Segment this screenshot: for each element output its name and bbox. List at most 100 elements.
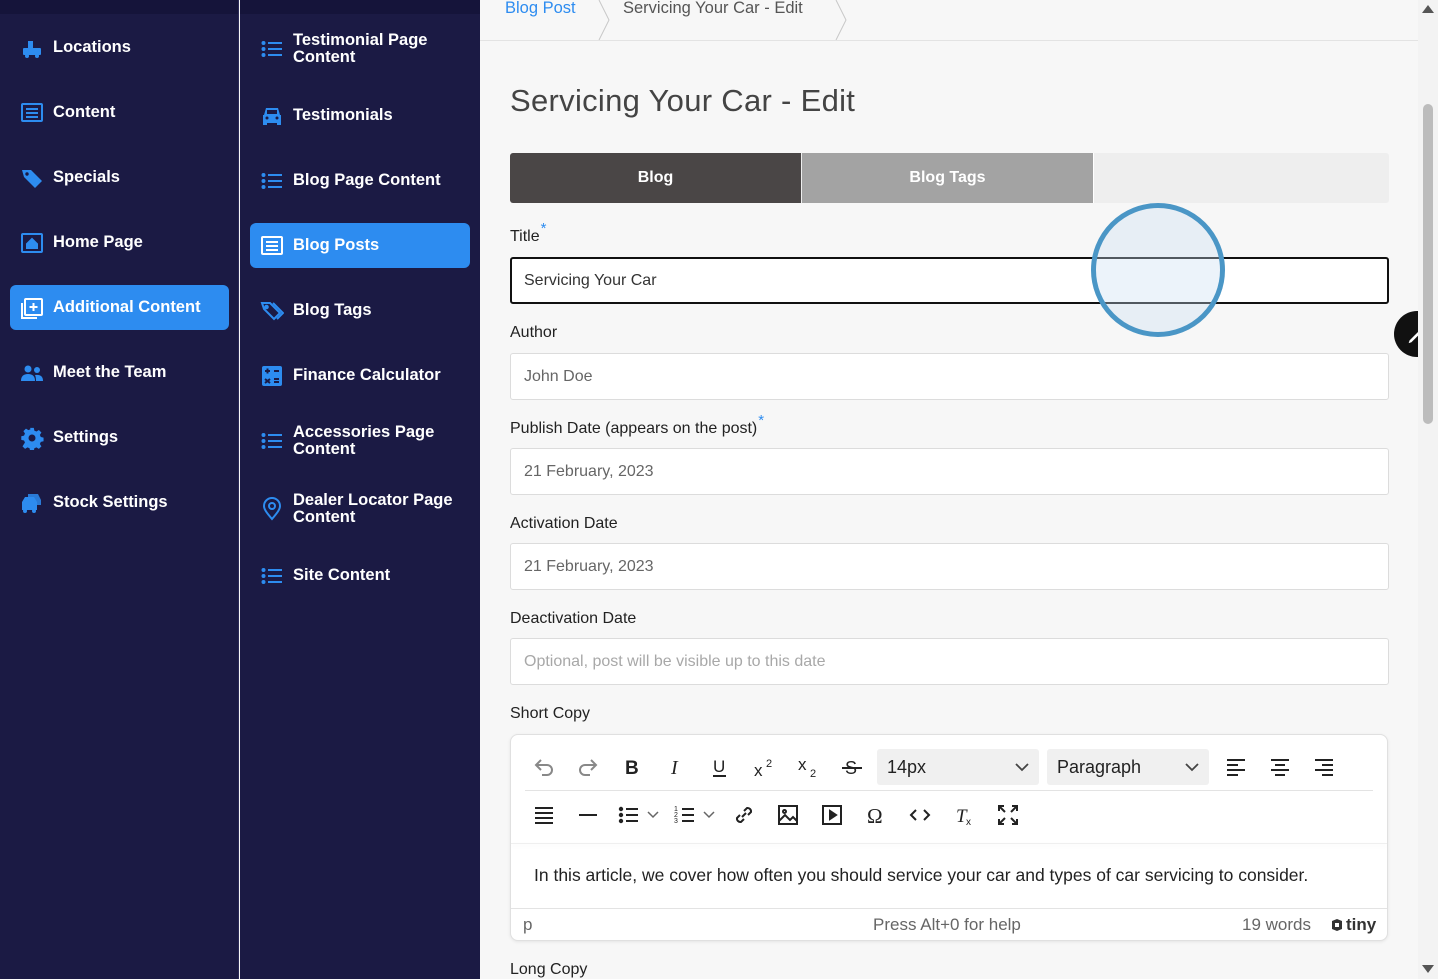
sidebar-item-locations[interactable]: Locations xyxy=(10,25,229,70)
align-right-button[interactable] xyxy=(1305,749,1343,785)
secondary-sidebar: Testimonial Page Content Testimonials Bl… xyxy=(240,0,480,979)
link-button[interactable] xyxy=(725,797,763,833)
align-justify-icon xyxy=(535,807,553,824)
sidebar-top-bar xyxy=(0,0,238,14)
svg-text:x: x xyxy=(754,761,763,779)
scroll-down-arrow-icon[interactable] xyxy=(1422,965,1434,973)
breadcrumb: Blog Post Servicing Your Car - Edit xyxy=(480,0,1418,41)
tiny-logo-icon xyxy=(1332,919,1342,931)
redo-button[interactable] xyxy=(569,749,607,785)
media-button[interactable] xyxy=(813,797,851,833)
italic-button[interactable]: I xyxy=(657,749,695,785)
sidebar-item-stock-settings[interactable]: Stock Settings xyxy=(10,480,229,525)
block-format-select[interactable]: Paragraph xyxy=(1047,749,1209,785)
element-path[interactable]: p xyxy=(523,915,532,935)
deactivation-date-input[interactable]: Optional, post will be visible up to thi… xyxy=(510,638,1389,685)
source-code-button[interactable] xyxy=(901,797,939,833)
scroll-up-arrow-icon[interactable] xyxy=(1422,5,1434,13)
chevron-down-icon xyxy=(1185,763,1199,772)
breadcrumb-separator-icon xyxy=(835,0,847,40)
author-input-value: John Doe xyxy=(524,367,593,385)
subnav-item-blog-posts[interactable]: Blog Posts xyxy=(250,223,470,268)
sidebar-top-bar xyxy=(240,0,480,14)
tab-bar: Blog Blog Tags xyxy=(510,153,1389,203)
editor-toolbar-row-2: 123 Ω Tx xyxy=(525,795,1033,835)
publish-date-input[interactable]: 21 February, 2023 xyxy=(510,448,1389,495)
font-size-value: 14px xyxy=(887,756,927,777)
title-input[interactable]: Servicing Your Car xyxy=(510,257,1389,304)
list-icon xyxy=(260,429,284,453)
deactivation-date-placeholder: Optional, post will be visible up to thi… xyxy=(524,652,826,670)
toolbar-divider xyxy=(525,790,1373,791)
special-character-button[interactable]: Ω xyxy=(857,797,895,833)
tags-icon xyxy=(260,299,284,323)
undo-button[interactable] xyxy=(525,749,563,785)
calculator-icon xyxy=(260,364,284,388)
sidebar-item-specials[interactable]: Specials xyxy=(10,155,229,200)
strikethrough-button[interactable]: S xyxy=(833,749,871,785)
tiny-logo[interactable]: tiny xyxy=(1330,915,1376,935)
subnav-item-blog-page-content[interactable]: Blog Page Content xyxy=(250,158,470,203)
image-button[interactable] xyxy=(769,797,807,833)
align-left-icon xyxy=(1227,759,1245,776)
sidebar-item-content[interactable]: Content xyxy=(10,90,229,135)
title-input-value: Servicing Your Car xyxy=(524,271,657,289)
bullet-list-icon xyxy=(618,806,638,824)
subnav-item-testimonial-page-content[interactable]: Testimonial Page Content xyxy=(250,26,470,71)
editor-content-area[interactable]: In this article, we cover how often you … xyxy=(534,865,1308,886)
main-content: Blog Post Servicing Your Car - Edit Serv… xyxy=(480,0,1418,979)
clear-formatting-button[interactable]: Tx xyxy=(945,797,983,833)
people-icon xyxy=(20,361,44,385)
page-scrollbar[interactable] xyxy=(1418,0,1438,979)
breadcrumb-link-blog-post[interactable]: Blog Post xyxy=(505,0,576,18)
numbered-list-icon: 123 xyxy=(674,806,694,825)
cars-icon xyxy=(20,491,44,515)
video-icon xyxy=(822,805,842,825)
superscript-button[interactable]: x2 xyxy=(745,749,783,785)
author-input[interactable]: John Doe xyxy=(510,353,1389,400)
author-label: Author xyxy=(510,324,558,341)
list-icon xyxy=(260,37,284,61)
numbered-list-button[interactable]: 123 xyxy=(669,797,719,833)
subnav-item-finance-calculator[interactable]: Finance Calculator xyxy=(250,353,470,398)
required-marker: * xyxy=(758,412,765,429)
subnav-item-accessories-page-content[interactable]: Accessories Page Content xyxy=(250,418,470,463)
list-box-icon xyxy=(20,101,44,125)
scroll-thumb[interactable] xyxy=(1423,104,1433,424)
svg-text:3: 3 xyxy=(674,818,678,825)
chevron-down-icon xyxy=(703,811,715,819)
tab-blog[interactable]: Blog xyxy=(510,153,801,203)
title-label-text: Title xyxy=(510,228,540,245)
justify-button[interactable] xyxy=(525,797,563,833)
subnav-item-label: Dealer Locator Page Content xyxy=(293,490,453,526)
subnav-item-site-content[interactable]: Site Content xyxy=(250,553,470,598)
subnav-item-dealer-locator-page-content[interactable]: Dealer Locator Page Content xyxy=(250,486,470,531)
subnav-item-testimonials[interactable]: Testimonials xyxy=(250,93,470,138)
align-center-button[interactable] xyxy=(1261,749,1299,785)
align-left-button[interactable] xyxy=(1217,749,1255,785)
sidebar-item-meet-the-team[interactable]: Meet the Team xyxy=(10,350,229,395)
horizontal-rule-icon xyxy=(579,814,597,816)
publish-date-label-text: Publish Date (appears on the post) xyxy=(510,420,758,437)
bullet-list-button[interactable] xyxy=(613,797,663,833)
page-title: Servicing Your Car - Edit xyxy=(510,83,856,118)
activation-date-input[interactable]: 21 February, 2023 xyxy=(510,543,1389,590)
horizontal-rule-button[interactable] xyxy=(569,797,607,833)
list-icon xyxy=(260,564,284,588)
subnav-item-blog-tags[interactable]: Blog Tags xyxy=(250,288,470,333)
sidebar-item-settings[interactable]: Settings xyxy=(10,415,229,460)
fullscreen-button[interactable] xyxy=(989,797,1027,833)
fullscreen-icon xyxy=(998,805,1018,825)
tab-blog-tags[interactable]: Blog Tags xyxy=(802,153,1094,203)
underline-button[interactable]: U xyxy=(701,749,739,785)
subscript-button[interactable]: x2 xyxy=(789,749,827,785)
word-count[interactable]: 19 words xyxy=(1242,915,1311,935)
sidebar-item-additional-content[interactable]: Additional Content xyxy=(10,285,229,330)
subnav-item-label: Finance Calculator xyxy=(293,366,441,384)
code-icon xyxy=(909,809,931,821)
font-size-select[interactable]: 14px xyxy=(877,749,1039,785)
list-icon xyxy=(260,169,284,193)
bold-button[interactable]: B xyxy=(613,749,651,785)
sidebar-item-home-page[interactable]: Home Page xyxy=(10,220,229,265)
clear-formatting-icon: Tx xyxy=(956,806,971,827)
